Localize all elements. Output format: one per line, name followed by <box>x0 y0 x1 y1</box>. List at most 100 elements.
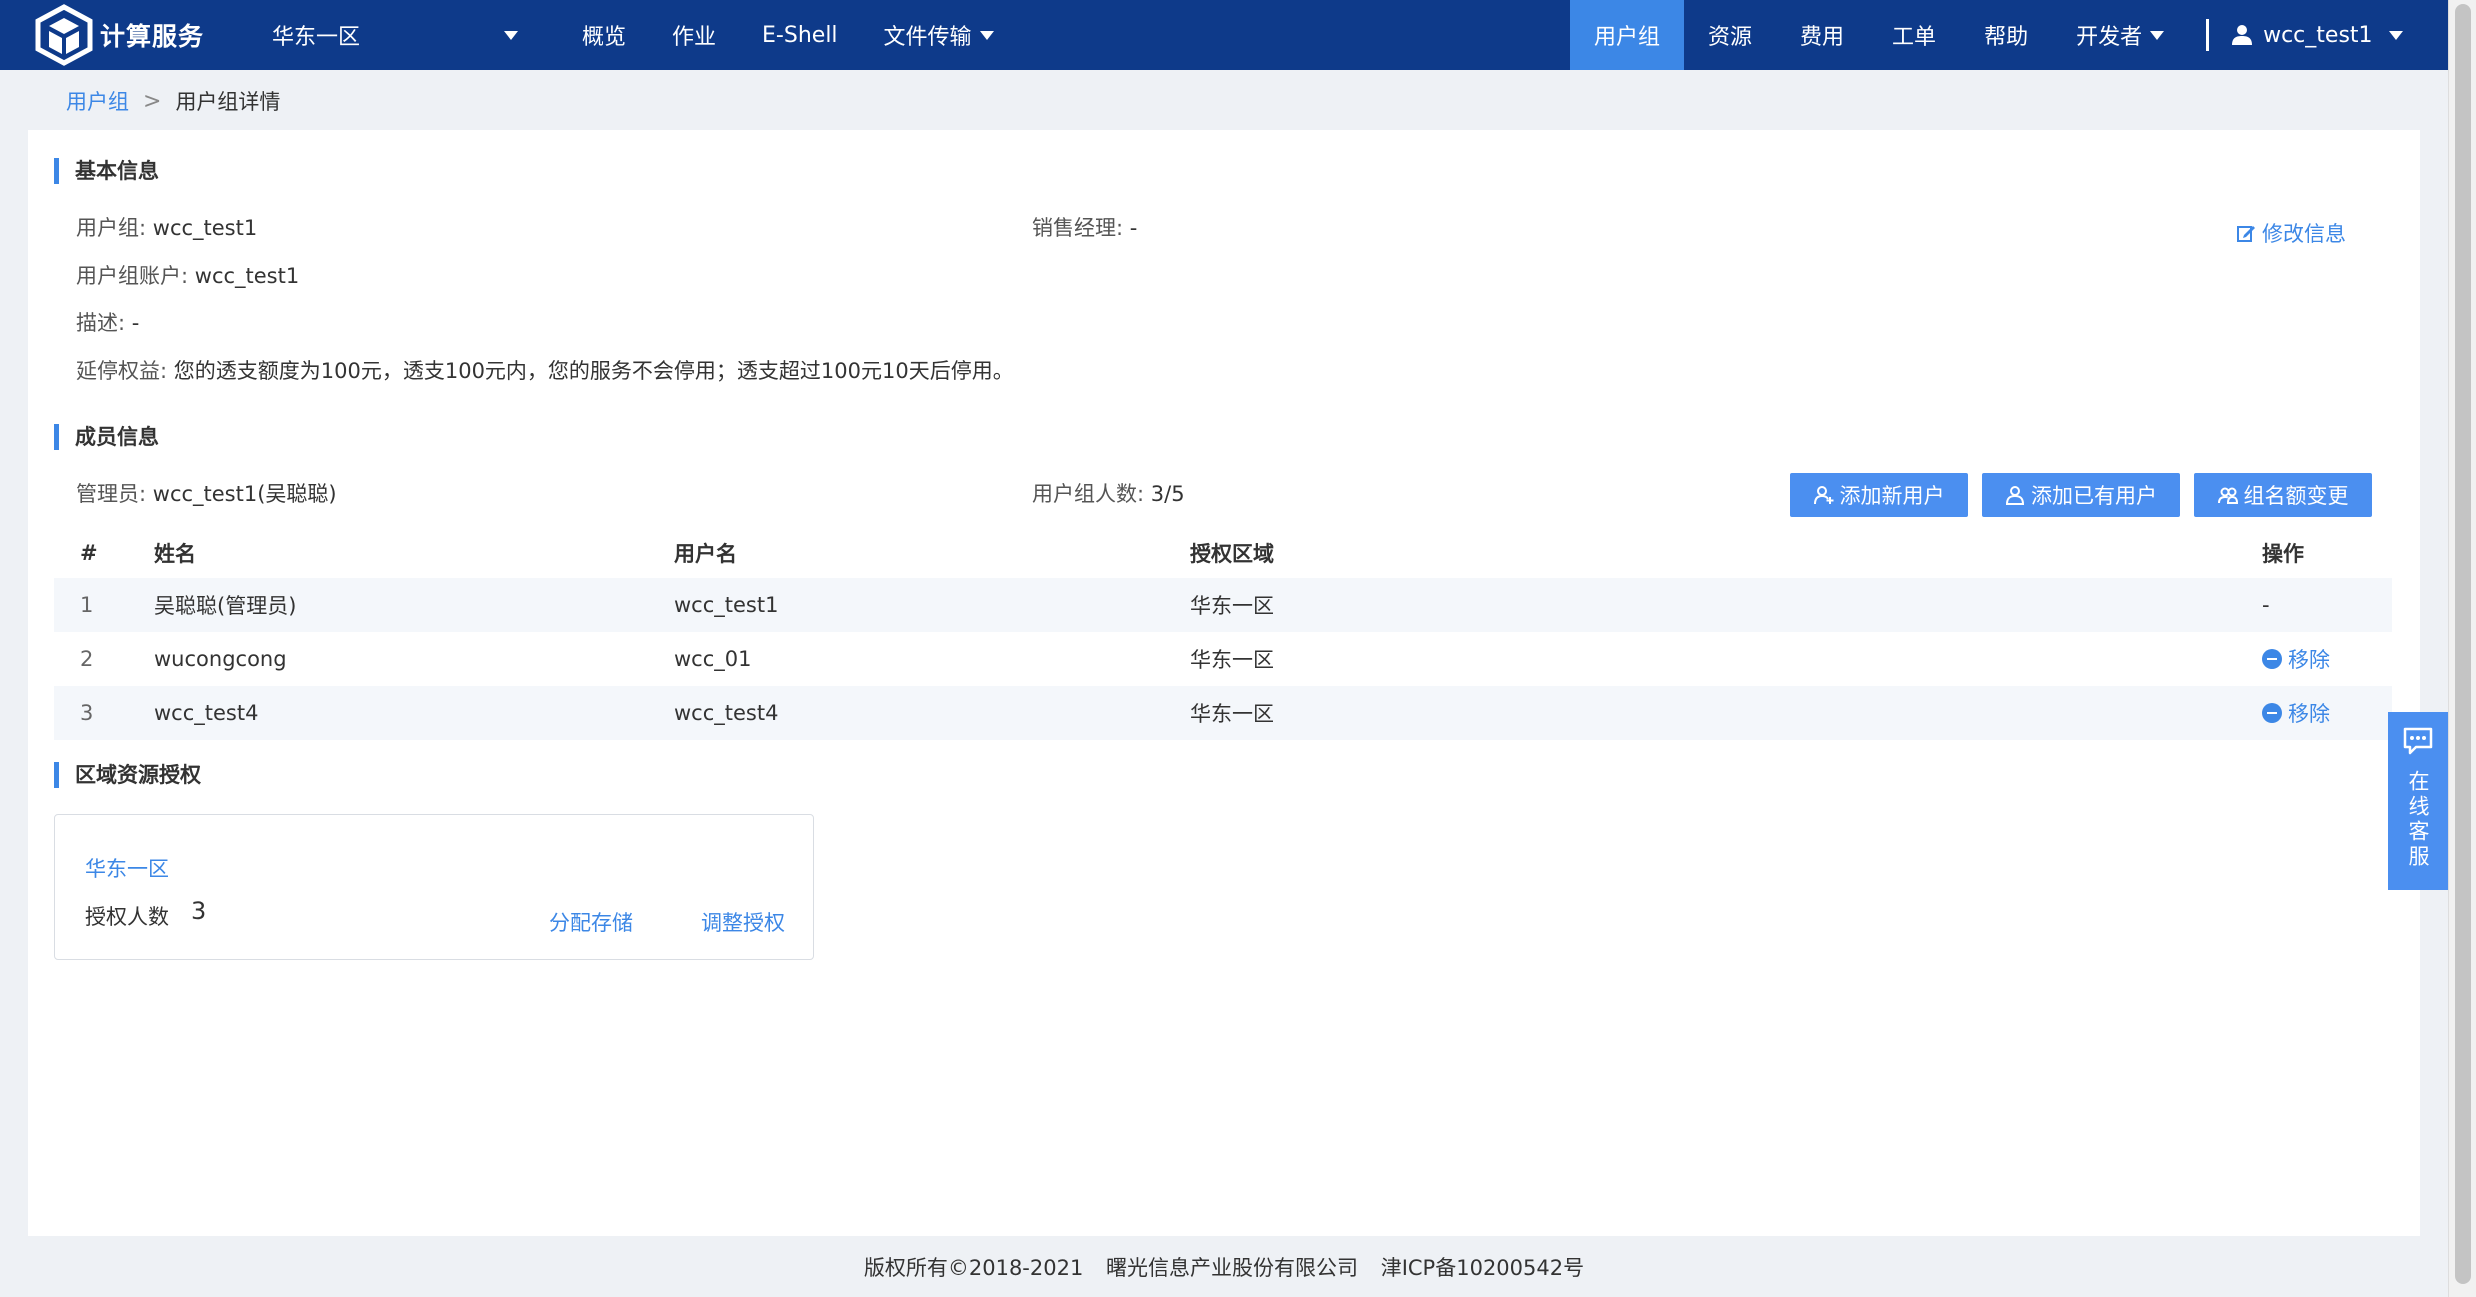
member-count-value: 3/5 <box>1150 482 1185 506</box>
region-card-title[interactable]: 华东一区 <box>85 853 169 883</box>
member-info-title: 成员信息 <box>54 424 159 450</box>
chat-icon <box>2403 727 2433 755</box>
footer-company: 曙光信息产业股份有限公司 <box>1106 1256 1359 1280</box>
nav-resources[interactable]: 资源 <box>1684 0 1776 70</box>
breadcrumb-current: 用户组详情 <box>175 90 281 114</box>
remove-member-label: 移除 <box>2288 648 2330 672</box>
row-name: wucongcong <box>154 647 287 671</box>
description-label: 描述: <box>76 311 126 335</box>
nav-resources-label: 资源 <box>1708 25 1753 50</box>
edit-info-label: 修改信息 <box>2262 222 2346 246</box>
nav-help-label: 帮助 <box>1984 25 2029 50</box>
footer-icp[interactable]: 津ICP备10200542号 <box>1381 1256 1584 1280</box>
row-region: 华东一区 <box>1190 702 1274 726</box>
chevron-down-icon <box>2150 30 2165 40</box>
row-name: 吴聪聪(管理员) <box>154 594 297 618</box>
description-field: 描述: - <box>76 307 139 337</box>
nav-jobs-label: 作业 <box>672 25 717 50</box>
row-username: wcc_test4 <box>674 701 779 725</box>
sales-manager-label: 销售经理: <box>1032 216 1124 240</box>
auth-count-label: 授权人数 <box>85 905 169 929</box>
group-account-label: 用户组账户: <box>76 264 189 288</box>
region-selector-label: 华东一区 <box>272 25 361 50</box>
user-icon <box>2005 486 2025 505</box>
edit-icon <box>2237 226 2255 242</box>
user-menu[interactable]: wcc_test1 <box>2231 22 2403 48</box>
add-existing-user-label: 添加已有用户 <box>2031 484 2157 508</box>
chevron-down-icon <box>2388 30 2403 40</box>
nav-tickets[interactable]: 工单 <box>1868 0 1960 70</box>
sales-manager-field: 销售经理: - <box>1032 212 1137 242</box>
group-name-label: 用户组: <box>76 216 147 240</box>
nav-costs-label: 费用 <box>1800 25 1845 50</box>
member-count-label: 用户组人数: <box>1032 482 1145 506</box>
column-header-username: 用户名 <box>674 542 737 566</box>
nav-user-group-label: 用户组 <box>1594 25 1661 50</box>
logo-text: 计算服务 <box>100 22 205 51</box>
logo[interactable]: 计算服务 <box>34 4 234 66</box>
nav-eshell-label: E-Shell <box>762 22 838 48</box>
add-existing-user-button[interactable]: 添加已有用户 <box>1982 473 2180 517</box>
nav-tickets-label: 工单 <box>1892 25 1937 50</box>
footer: 版权所有©2018-2021 曙光信息产业股份有限公司 津ICP备1020054… <box>0 1252 2448 1282</box>
cube-logo-icon <box>35 4 93 66</box>
column-header-region: 授权区域 <box>1190 542 1274 566</box>
column-header-actions: 操作 <box>2262 542 2304 566</box>
row-index: 3 <box>80 701 94 725</box>
online-service-button[interactable]: 在线客服 <box>2388 712 2448 890</box>
auth-count-value: 3 <box>191 897 207 925</box>
admin-value: wcc_test1(吴聪聪) <box>152 482 337 506</box>
allocate-storage-link[interactable]: 分配存储 <box>549 907 633 937</box>
members-table: # 姓名 用户名 授权区域 操作 1 吴聪聪(管理员) wcc_test1 华东… <box>54 528 2392 740</box>
nav-help[interactable]: 帮助 <box>1960 0 2052 70</box>
row-region: 华东一区 <box>1190 648 1274 672</box>
remove-member-button[interactable]: 移除 <box>2262 644 2392 674</box>
row-name: wcc_test4 <box>154 701 259 725</box>
main-panel: 基本信息 用户组: wcc_test1 销售经理: - 修改信息 用户组账户: … <box>28 130 2420 1236</box>
nav-user-group[interactable]: 用户组 <box>1570 0 1685 70</box>
remove-member-label: 移除 <box>2288 702 2330 726</box>
group-name-field: 用户组: wcc_test1 <box>76 212 257 242</box>
quota-change-button[interactable]: 组名额变更 <box>2194 473 2372 517</box>
region-auth-title: 区域资源授权 <box>54 762 201 788</box>
online-service-label: 在线客服 <box>2406 770 2430 870</box>
nav-costs[interactable]: 费用 <box>1776 0 1868 70</box>
group-account-value: wcc_test1 <box>194 264 300 288</box>
remove-member-button[interactable]: 移除 <box>2262 698 2392 728</box>
nav-overview[interactable]: 概览 <box>582 19 626 51</box>
row-action: - <box>2262 593 2270 617</box>
breadcrumb-user-group[interactable]: 用户组 <box>66 86 129 116</box>
table-row: 3 wcc_test4 wcc_test4 华东一区 移除 <box>54 686 2392 740</box>
nav-developer[interactable]: 开发者 <box>2052 0 2188 70</box>
column-header-name: 姓名 <box>154 542 196 566</box>
row-username: wcc_test1 <box>674 593 779 617</box>
adjust-auth-link[interactable]: 调整授权 <box>701 907 785 937</box>
table-row: 2 wucongcong wcc_01 华东一区 移除 <box>54 632 2392 686</box>
breadcrumb: 用户组 > 用户组详情 <box>66 86 280 116</box>
extend-rights-value: 您的透支额度为100元，透支100元内，您的服务不会停用；透支超过100元10天… <box>173 359 1014 383</box>
page-scrollbar[interactable] <box>2448 0 2476 1297</box>
nav-file-transfer-label: 文件传输 <box>883 25 972 50</box>
top-nav: 计算服务 华东一区 概览 作业 E-Shell 文件传输 用户组 资源 费用 工… <box>0 0 2448 70</box>
group-icon <box>2217 487 2238 504</box>
add-new-user-label: 添加新用户 <box>1839 484 1945 508</box>
admin-field: 管理员: wcc_test1(吴聪聪) <box>76 478 337 508</box>
user-icon <box>2232 25 2253 45</box>
chevron-down-icon <box>979 30 994 40</box>
edit-info-link[interactable]: 修改信息 <box>2236 218 2346 248</box>
table-header: # 姓名 用户名 授权区域 操作 <box>54 528 2392 578</box>
username-label: wcc_test1 <box>2263 22 2373 48</box>
nav-divider <box>2206 19 2210 51</box>
row-index: 2 <box>80 647 94 671</box>
region-auth-card: 华东一区 授权人数 3 分配存储 调整授权 <box>54 814 814 960</box>
row-index: 1 <box>80 593 94 617</box>
scrollbar-thumb[interactable] <box>2455 4 2471 1284</box>
nav-file-transfer[interactable]: 文件传输 <box>884 19 994 51</box>
add-new-user-button[interactable]: 添加新用户 <box>1790 473 1968 517</box>
nav-jobs[interactable]: 作业 <box>672 19 716 51</box>
nav-eshell[interactable]: E-Shell <box>762 23 838 48</box>
region-selector[interactable]: 华东一区 <box>272 19 518 51</box>
row-username: wcc_01 <box>674 647 752 671</box>
chevron-down-icon <box>504 30 518 40</box>
basic-info-title: 基本信息 <box>54 158 159 184</box>
